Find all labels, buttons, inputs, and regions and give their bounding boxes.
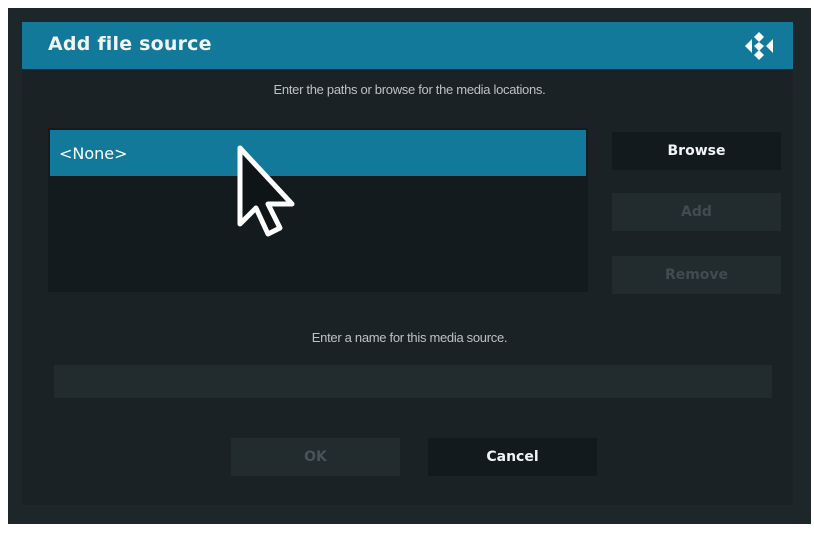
name-instruction: Enter a name for this media source. [311, 330, 508, 345]
path-list-item-label: <None> [59, 144, 128, 163]
add-file-source-dialog: Add file source Enter the paths or brows… [8, 8, 811, 524]
dialog-titlebar: Add file source [22, 22, 793, 69]
kodi-logo-icon [745, 32, 773, 60]
path-list-item-none[interactable]: <None> [50, 130, 586, 176]
paths-instruction: Enter the paths or browse for the media … [273, 82, 546, 97]
add-button[interactable]: Add [612, 193, 781, 231]
cancel-button[interactable]: Cancel [428, 438, 597, 476]
media-source-name-input[interactable] [54, 365, 772, 398]
paths-list[interactable]: <None> [48, 128, 588, 292]
remove-button[interactable]: Remove [612, 256, 781, 294]
ok-button[interactable]: OK [231, 438, 400, 476]
dialog-title: Add file source [48, 33, 212, 55]
browse-button[interactable]: Browse [612, 132, 781, 170]
